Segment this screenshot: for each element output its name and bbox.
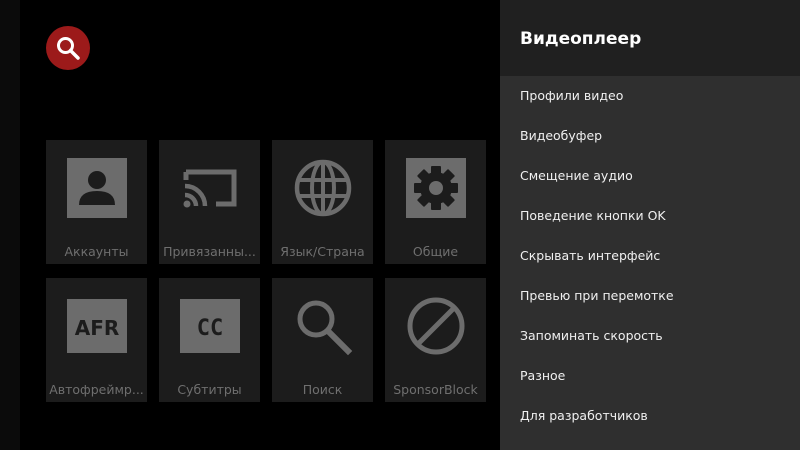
settings-panel: Видеоплеер Профили видео Видеобуфер Смещ…	[500, 0, 800, 450]
tile-label: Язык/Страна	[280, 244, 365, 259]
menu-item-audio-offset[interactable]: Смещение аудио	[500, 156, 800, 196]
tile-label: Привязанны...	[163, 244, 256, 259]
afr-icon-text: AFR	[74, 316, 119, 340]
menu-item-label: Разное	[520, 368, 566, 383]
search-button[interactable]	[46, 26, 90, 70]
cast-icon	[183, 169, 236, 208]
block-icon	[407, 297, 464, 355]
tile-search[interactable]: Поиск	[272, 278, 373, 402]
search-icon	[57, 37, 80, 60]
closed-captions-icon-text: CC	[196, 316, 223, 341]
tile-label: Общие	[412, 244, 459, 259]
search-icon	[297, 300, 352, 356]
tile-subtitles[interactable]: CC Субтитры	[159, 278, 260, 402]
settings-grid: Аккаунты Привязанны... Язык/Страна Общие…	[46, 140, 486, 404]
tile-label: Автофреймр...	[49, 382, 144, 397]
menu-item-label: Для разработчиков	[520, 408, 648, 423]
menu-item-label: Профили видео	[520, 88, 624, 103]
tile-accounts[interactable]: Аккаунты	[46, 140, 147, 264]
tile-sponsorblock[interactable]: SponsorBlock	[385, 278, 486, 402]
menu-item-hide-interface[interactable]: Скрывать интерфейс	[500, 236, 800, 276]
menu-item-label: Запоминать скорость	[520, 328, 663, 343]
menu-item-label: Превью при перемотке	[520, 288, 674, 303]
tile-linked-devices[interactable]: Привязанны...	[159, 140, 260, 264]
globe-icon	[294, 159, 351, 217]
left-edge-strip	[0, 0, 20, 450]
app-screen: Аккаунты Привязанны... Язык/Страна Общие…	[0, 0, 800, 450]
tile-label: SponsorBlock	[393, 382, 478, 397]
tile-label: Аккаунты	[64, 244, 129, 259]
menu-item-video-buffer[interactable]: Видеобуфер	[500, 116, 800, 156]
gear-icon	[405, 158, 466, 218]
panel-title: Видеоплеер	[520, 29, 642, 49]
menu-item-remember-speed[interactable]: Запоминать скорость	[500, 316, 800, 356]
account-icon	[66, 158, 127, 218]
menu-item-label: Скрывать интерфейс	[520, 248, 661, 263]
menu-item-ok-button-behavior[interactable]: Поведение кнопки OK	[500, 196, 800, 236]
menu-item-developers[interactable]: Для разработчиков	[500, 396, 800, 436]
panel-header: Видеоплеер	[500, 0, 800, 76]
menu-item-misc[interactable]: Разное	[500, 356, 800, 396]
tile-language-country[interactable]: Язык/Страна	[272, 140, 373, 264]
menu-item-label: Видеобуфер	[520, 128, 603, 143]
menu-item-label: Смещение аудио	[520, 168, 633, 183]
menu-item-video-profiles[interactable]: Профили видео	[500, 76, 800, 116]
menu-item-seek-preview[interactable]: Превью при перемотке	[500, 276, 800, 316]
afr-icon: AFR	[66, 299, 127, 353]
tile-general[interactable]: Общие	[385, 140, 486, 264]
menu-item-label: Поведение кнопки OK	[520, 208, 666, 223]
closed-captions-icon: CC	[179, 299, 240, 353]
tile-label: Поиск	[302, 382, 343, 397]
tile-autoframerate[interactable]: AFR Автофреймр...	[46, 278, 147, 402]
tile-label: Субтитры	[177, 382, 242, 397]
